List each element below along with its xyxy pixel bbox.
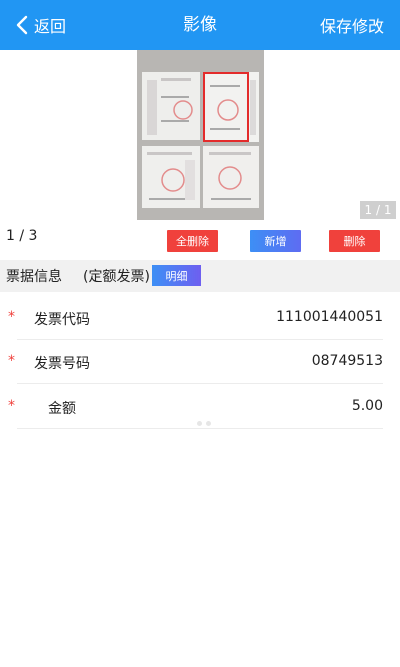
section-title: 票据信息	[6, 269, 62, 285]
receipt-info-section: 票据信息 (定额发票) 明细	[0, 260, 400, 292]
invoice-number-value[interactable]: 08749513	[312, 353, 383, 369]
image-page-indicator: 1 / 1	[360, 201, 396, 219]
loading-indicator	[197, 411, 217, 426]
add-image-button[interactable]: 新增	[250, 230, 301, 252]
invoice-code-row[interactable]: * 发票代码 111001440051	[0, 296, 400, 340]
delete-image-button[interactable]: 删除	[329, 230, 380, 252]
loading-dot	[197, 421, 202, 426]
image-preview-area: 1 / 1	[0, 50, 400, 222]
field-label: 金额	[48, 401, 76, 417]
receipt-image[interactable]	[137, 50, 264, 220]
divider	[17, 383, 383, 384]
invoice-number-row[interactable]: * 发票号码 08749513	[0, 340, 400, 384]
required-marker: *	[8, 398, 15, 414]
loading-dot	[206, 421, 211, 426]
field-label: 发票号码	[34, 356, 90, 372]
image-action-row: 1 / 3 全删除 新增 删除	[0, 226, 400, 256]
detail-button[interactable]: 明细	[152, 265, 201, 286]
receipt-type-label: (定额发票)	[83, 269, 150, 285]
top-navbar: 返回 影像 保存修改	[0, 0, 400, 50]
field-label: 发票代码	[34, 312, 90, 328]
required-marker: *	[8, 353, 15, 369]
divider	[17, 428, 383, 429]
delete-all-button[interactable]: 全删除	[167, 230, 218, 252]
invoice-code-value[interactable]: 111001440051	[276, 309, 383, 325]
required-marker: *	[8, 309, 15, 325]
image-counter: 1 / 3	[6, 228, 38, 244]
save-changes-button[interactable]: 保存修改	[320, 0, 384, 50]
amount-value[interactable]: 5.00	[352, 398, 383, 414]
